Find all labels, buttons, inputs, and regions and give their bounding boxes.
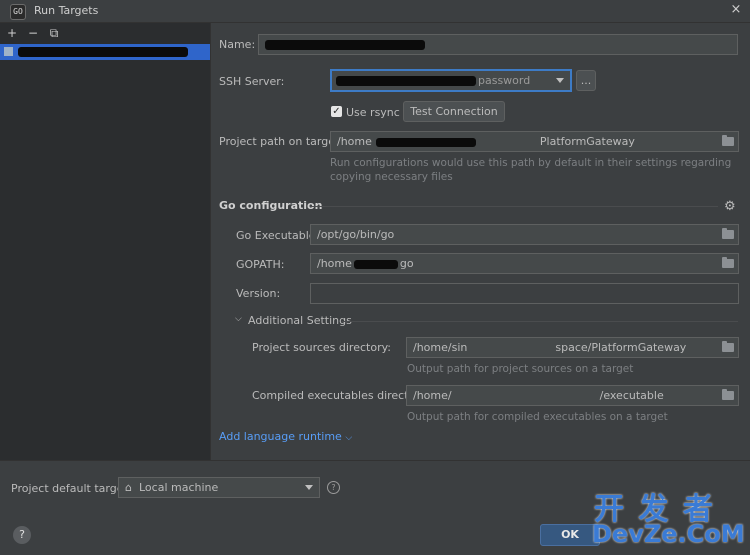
folder-icon[interactable] xyxy=(722,257,734,268)
project-sources-input[interactable]: /home/sin space/PlatformGateway xyxy=(406,337,739,358)
gopath-suffix: go xyxy=(399,257,414,270)
ssh-server-combo[interactable]: password xyxy=(330,69,572,92)
gopath-label: GOPATH: xyxy=(236,258,285,271)
window-title: Run Targets xyxy=(34,4,99,17)
chevron-down-icon xyxy=(556,78,564,83)
folder-icon[interactable] xyxy=(722,341,734,352)
go-config-heading: Go configuration xyxy=(219,199,323,212)
remove-icon[interactable]: − xyxy=(27,27,39,39)
target-list-item[interactable] xyxy=(0,44,210,60)
compiled-executables-hint: Output path for compiled executables on … xyxy=(407,411,668,423)
project-sources-suffix: space/PlatformGateway xyxy=(555,341,687,354)
use-rsync-checkbox[interactable]: ✓ xyxy=(331,106,342,117)
add-language-runtime-label: Add language runtime xyxy=(219,430,342,443)
ok-button[interactable]: OK xyxy=(540,524,600,546)
watermark-line2: DevZe.CoM xyxy=(592,520,745,548)
gopath-input[interactable]: /home go xyxy=(310,253,739,274)
targets-list-panel xyxy=(0,23,211,460)
redacted-gopath xyxy=(353,259,398,269)
go-executable-value: /opt/go/bin/go xyxy=(317,228,395,241)
project-default-target-label: Project default target: xyxy=(11,482,132,495)
folder-icon[interactable] xyxy=(722,228,734,239)
use-rsync-label: Use rsync xyxy=(346,106,400,119)
ssh-server-value: password xyxy=(478,74,531,87)
compiled-executables-input[interactable]: /home/ /executable xyxy=(406,385,739,406)
copy-icon[interactable]: ⧉ xyxy=(48,27,60,39)
redacted-path xyxy=(375,137,476,147)
app-icon: GO xyxy=(10,4,26,20)
compiled-prefix: /home/ xyxy=(413,389,452,402)
version-input[interactable] xyxy=(310,283,739,304)
version-label: Version: xyxy=(236,287,281,300)
project-path-suffix: PlatformGateway xyxy=(539,135,635,148)
gopath-prefix: /home xyxy=(317,257,352,270)
compiled-executables-label: Compiled executables directory: xyxy=(252,389,430,402)
go-executable-label: Go Executable: xyxy=(236,229,320,242)
default-target-combo[interactable]: ⌂ Local machine xyxy=(118,477,320,498)
server-icon xyxy=(4,47,13,56)
folder-icon[interactable] xyxy=(722,135,734,146)
add-language-runtime-link[interactable]: Add language runtime ⌵ xyxy=(219,430,352,443)
project-path-input[interactable]: /home PlatformGateway xyxy=(330,131,739,152)
gear-icon[interactable]: ⚙ xyxy=(724,200,737,213)
project-sources-label: Project sources directory: xyxy=(252,341,392,354)
chevron-down-icon xyxy=(305,485,313,490)
test-connection-button[interactable]: Test Connection xyxy=(403,101,505,122)
title-bar xyxy=(0,0,750,23)
go-executable-input[interactable]: /opt/go/bin/go xyxy=(310,224,739,245)
redacted-ssh xyxy=(336,76,476,86)
ssh-config-button[interactable]: ... xyxy=(576,70,596,91)
chevron-down-icon[interactable]: ⌵ xyxy=(235,314,242,324)
close-icon[interactable]: × xyxy=(728,2,744,18)
ssh-server-label: SSH Server: xyxy=(219,75,285,88)
additional-settings-toggle[interactable]: Additional Settings xyxy=(248,314,352,327)
chevron-down-icon: ⌵ xyxy=(345,433,353,443)
project-path-label: Project path on target: xyxy=(219,135,343,148)
project-sources-prefix: /home/sin xyxy=(413,341,468,354)
default-target-value: Local machine xyxy=(139,481,219,494)
section-divider xyxy=(310,206,718,207)
name-input[interactable] xyxy=(258,34,738,55)
help-button[interactable]: ? xyxy=(13,526,31,544)
help-circle-icon[interactable]: ? xyxy=(327,481,340,494)
home-icon: ⌂ xyxy=(125,481,132,494)
project-sources-hint: Output path for project sources on a tar… xyxy=(407,363,634,375)
project-path-prefix: /home xyxy=(337,135,372,148)
section-divider xyxy=(342,321,738,322)
redacted-name xyxy=(265,40,425,50)
project-path-hint: Run configurations would use this path b… xyxy=(330,157,732,183)
compiled-suffix: /executable xyxy=(599,389,664,402)
add-icon[interactable]: + xyxy=(6,27,18,39)
name-label: Name: xyxy=(219,38,256,51)
redacted-target-name xyxy=(18,47,188,57)
folder-icon[interactable] xyxy=(722,389,734,400)
watermark-logo: 开 发 者 DevZe.CoM xyxy=(592,484,750,554)
